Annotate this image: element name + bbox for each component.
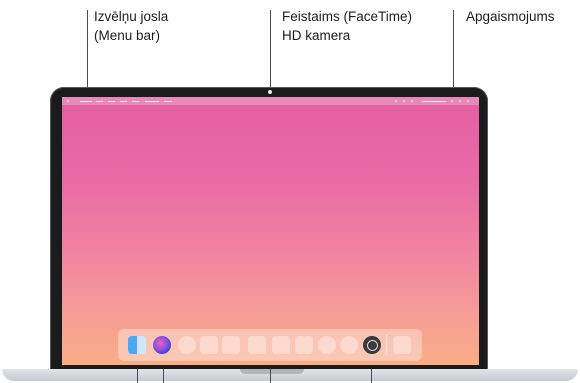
menu-bar-callout-line1: Izvēlņu josla (94, 9, 169, 24)
status-icon[interactable] (395, 100, 397, 102)
spotlight-icon[interactable] (451, 100, 453, 102)
menu-bar-callout: Izvēlņu josla (Menu bar) (94, 7, 168, 45)
finder-leader-line (137, 369, 138, 383)
dock-leader-line (270, 369, 271, 383)
dock-app-icon[interactable] (295, 336, 313, 354)
control-center-icon[interactable] (459, 100, 461, 102)
menu-item[interactable] (164, 100, 172, 102)
status-icon[interactable] (403, 100, 405, 102)
menu-item[interactable] (120, 100, 127, 102)
dock-app-icon[interactable] (318, 336, 336, 354)
camera-callout-line1: Feistaims (FaceTime) (282, 9, 413, 24)
brightness-callout-line1: Apgaismojums (466, 9, 555, 24)
menu-bar-callout-line2: (Menu bar) (94, 28, 161, 43)
dock-app-icon[interactable] (340, 336, 358, 354)
clock-indicator[interactable] (422, 100, 446, 102)
status-icon[interactable] (411, 100, 413, 102)
opening-notch (240, 369, 304, 374)
laptop-base (2, 369, 578, 381)
dock (118, 329, 422, 361)
finder-icon[interactable] (128, 336, 146, 354)
camera-leader-line (270, 10, 271, 90)
siri-icon[interactable] (153, 336, 171, 354)
menu-item[interactable] (145, 100, 159, 102)
menu-item[interactable] (132, 100, 139, 102)
menu-item[interactable] (108, 100, 115, 102)
dock-app-icon[interactable] (222, 336, 240, 354)
menu-bar[interactable] (62, 97, 479, 105)
apple-menu-icon[interactable] (67, 100, 69, 102)
sysprefs-leader-line (371, 369, 372, 383)
siri-leader-line (163, 369, 164, 383)
camera-callout: Feistaims (FaceTime) HD kamera (282, 7, 412, 45)
camera-callout-line2: HD kamera (282, 28, 351, 43)
dock-separator (386, 335, 387, 355)
dock-app-icon[interactable] (200, 336, 218, 354)
dock-app-icon[interactable] (178, 336, 196, 354)
dock-app-icon[interactable] (248, 336, 266, 354)
menu-item[interactable] (80, 100, 92, 102)
siri-menu-icon[interactable] (467, 100, 469, 102)
facetime-camera (268, 90, 272, 94)
system-preferences-icon[interactable] (363, 336, 381, 354)
dock-app-icon[interactable] (272, 336, 290, 354)
menu-item[interactable] (96, 100, 103, 102)
folder-icon[interactable] (393, 336, 411, 354)
brightness-callout: Apgaismojums (466, 7, 555, 26)
laptop-screen (62, 97, 479, 365)
